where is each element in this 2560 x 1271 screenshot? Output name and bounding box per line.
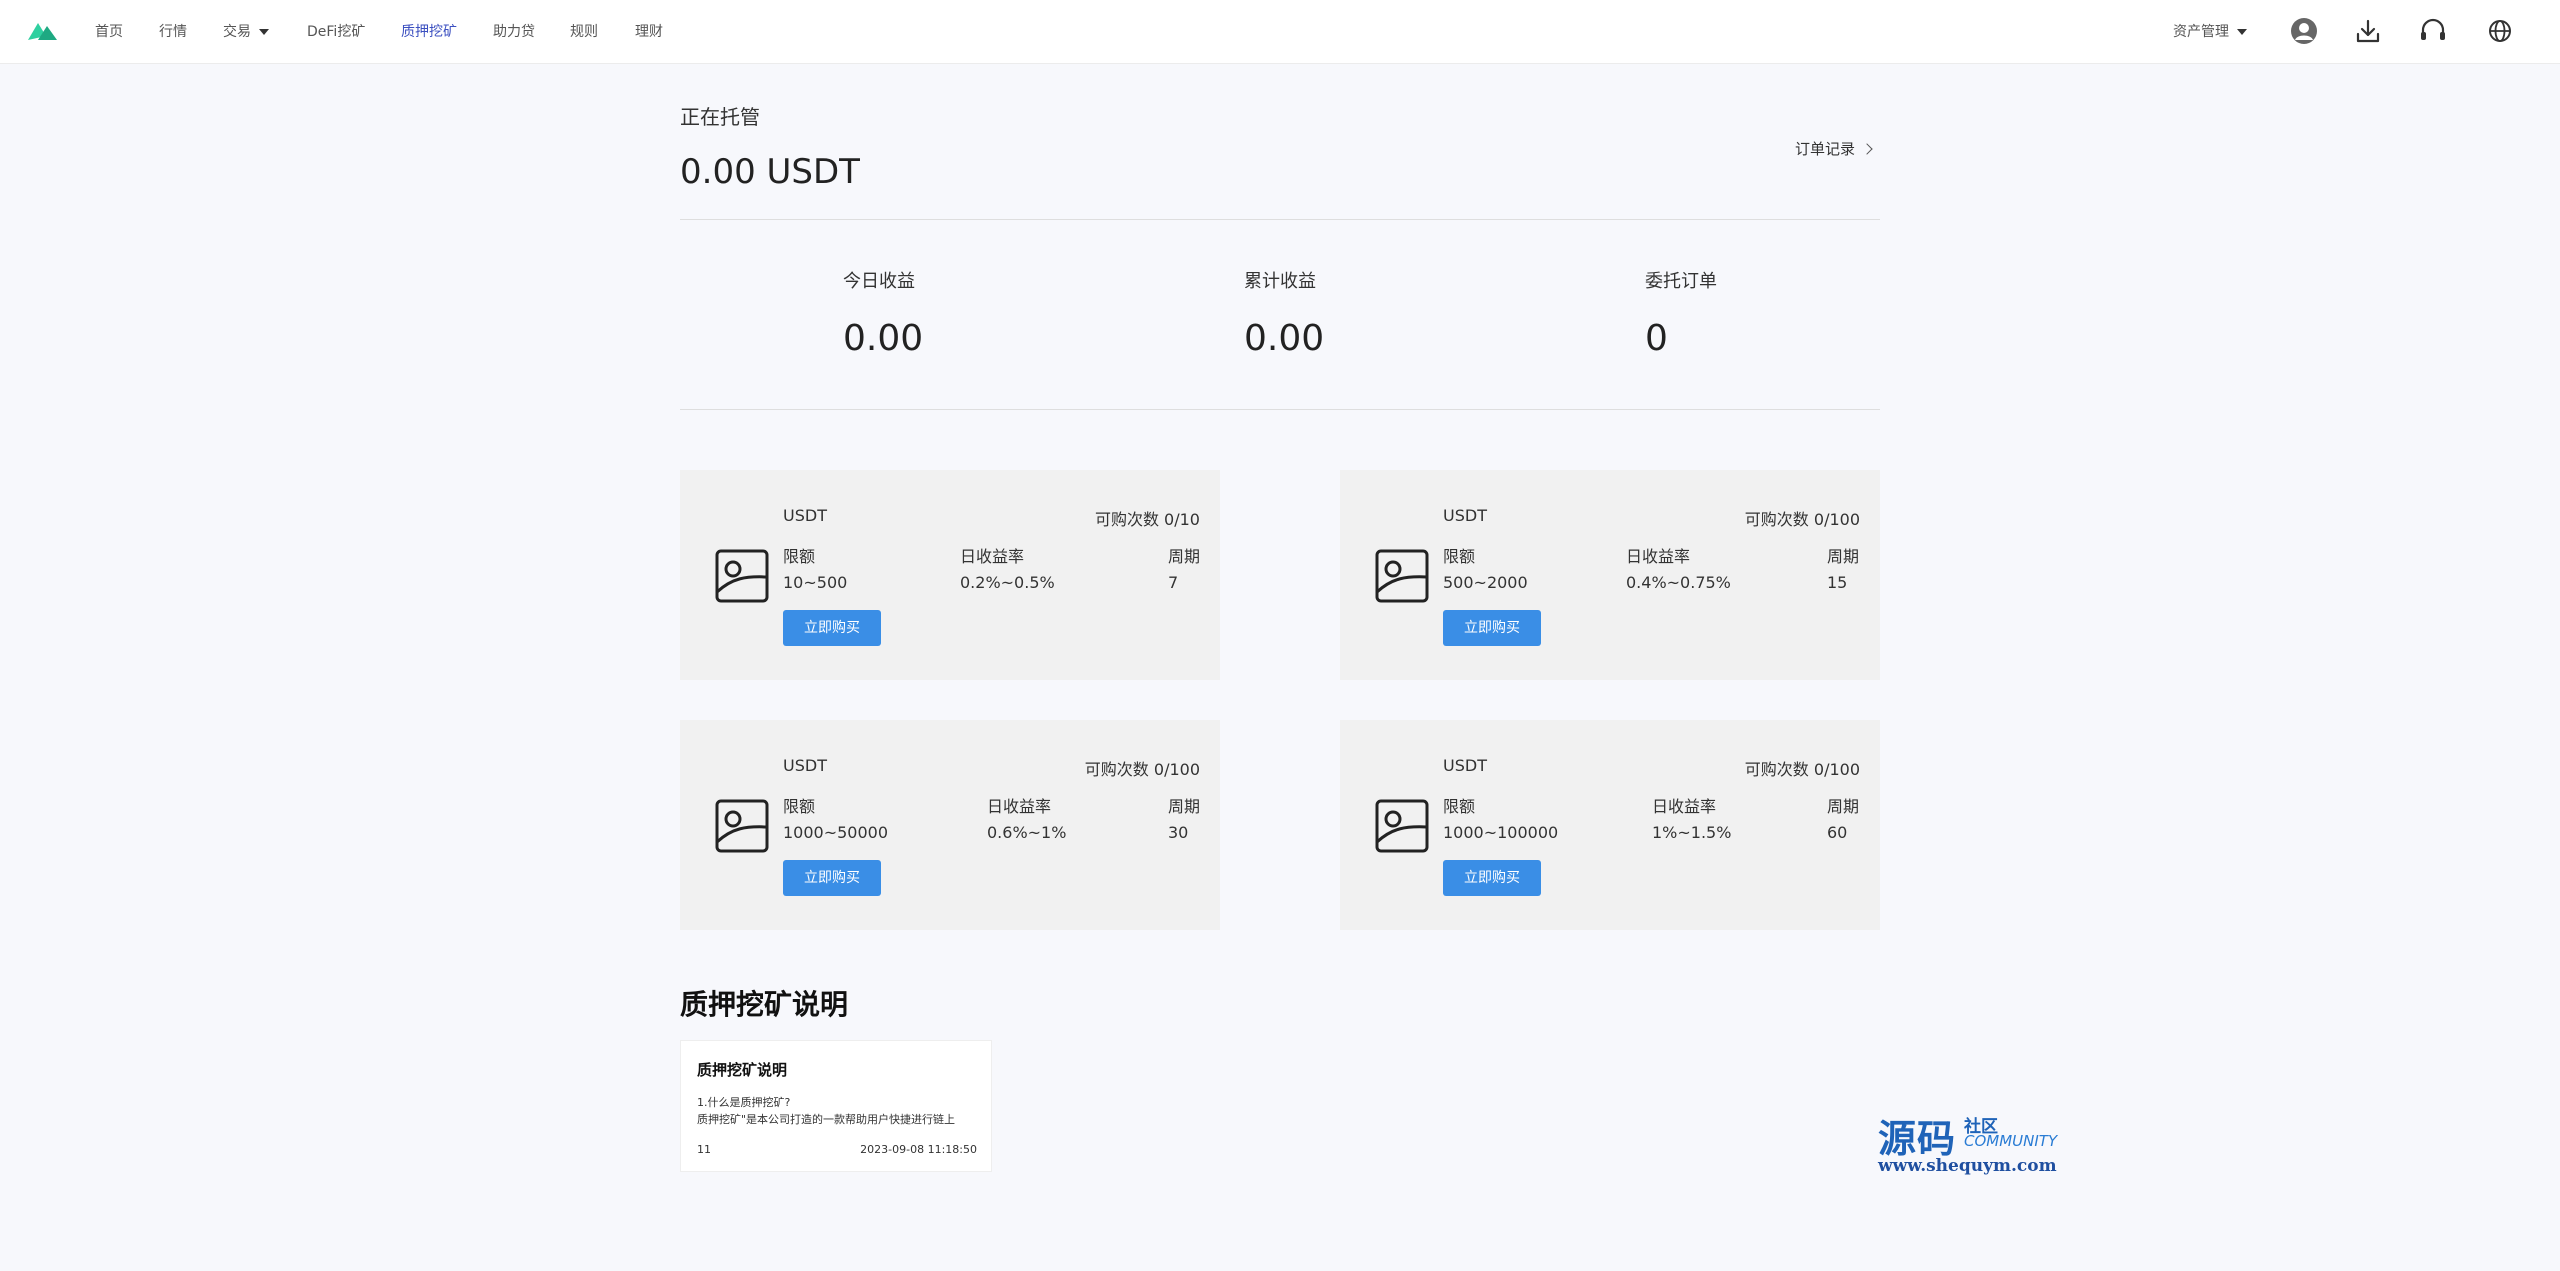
period-value: 30 bbox=[1168, 823, 1189, 842]
image-placeholder-icon bbox=[1375, 799, 1429, 853]
nav-loan[interactable]: 助力贷 bbox=[493, 22, 535, 42]
limit-value: 10~500 bbox=[783, 573, 848, 592]
stat-total-earnings-value: 0.00 bbox=[1244, 318, 1325, 359]
article-view-count: 11 bbox=[697, 1143, 711, 1156]
article-date: 2023-09-08 11:18:50 bbox=[860, 1143, 977, 1156]
product-card: USDT 可购次数 0/100 限额 1000~50000 日收益率 0.6%~… bbox=[680, 720, 1220, 930]
buy-now-button[interactable]: 立即购买 bbox=[1443, 860, 1541, 896]
nav-home[interactable]: 首页 bbox=[95, 22, 123, 42]
chevron-right-icon bbox=[1861, 143, 1873, 155]
product-coin: USDT bbox=[1443, 506, 1487, 525]
product-card: USDT 可购次数 0/100 限额 500~2000 日收益率 0.4%~0.… bbox=[1340, 470, 1880, 680]
product-available: 可购次数 0/100 bbox=[1744, 510, 1860, 529]
nav-trade-label: 交易 bbox=[223, 24, 251, 40]
stat-today-earnings-value: 0.00 bbox=[843, 318, 924, 359]
article-title: 质押挖矿说明 bbox=[697, 1061, 788, 1079]
asset-management-menu[interactable]: 资产管理 bbox=[2173, 22, 2247, 42]
product-available: 可购次数 0/100 bbox=[1084, 760, 1200, 779]
rate-label: 日收益率 bbox=[1626, 547, 1691, 566]
nav-market[interactable]: 行情 bbox=[159, 22, 187, 42]
period-value: 15 bbox=[1827, 573, 1848, 592]
article-card[interactable]: 质押挖矿说明 1.什么是质押挖矿? 质押挖矿"是本公司打造的一款帮助用户快捷进行… bbox=[680, 1040, 992, 1172]
period-label: 周期 bbox=[1827, 797, 1860, 816]
rate-label: 日收益率 bbox=[960, 547, 1025, 566]
buy-now-button[interactable]: 立即购买 bbox=[783, 610, 881, 646]
period-value: 60 bbox=[1827, 823, 1848, 842]
rate-value: 0.6%~1% bbox=[987, 823, 1067, 842]
article-line: 1.什么是质押挖矿? bbox=[697, 1096, 791, 1109]
limit-value: 1000~100000 bbox=[1443, 823, 1559, 842]
rate-value: 1%~1.5% bbox=[1652, 823, 1732, 842]
stat-today-earnings-label: 今日收益 bbox=[843, 271, 915, 292]
limit-value: 1000~50000 bbox=[783, 823, 889, 842]
user-icon[interactable] bbox=[2289, 16, 2319, 46]
asset-menu-label: 资产管理 bbox=[2173, 24, 2229, 40]
order-records-label: 订单记录 bbox=[1795, 140, 1856, 158]
limit-label: 限额 bbox=[1443, 797, 1476, 816]
nav-finance[interactable]: 理财 bbox=[635, 22, 663, 42]
download-icon[interactable] bbox=[2353, 16, 2383, 46]
product-card: USDT 可购次数 0/10 限额 10~500 日收益率 0.2%~0.5% … bbox=[680, 470, 1220, 680]
divider bbox=[680, 409, 1880, 410]
image-placeholder-icon bbox=[715, 799, 769, 853]
chevron-down-icon bbox=[2237, 29, 2247, 35]
limit-value: 500~2000 bbox=[1443, 573, 1528, 592]
image-placeholder-icon bbox=[715, 549, 769, 603]
stat-orders-label: 委托订单 bbox=[1645, 271, 1717, 292]
image-placeholder-icon bbox=[1375, 549, 1429, 603]
order-records-link[interactable]: 订单记录 bbox=[1795, 138, 1873, 159]
rate-value: 0.2%~0.5% bbox=[960, 573, 1055, 592]
period-value: 7 bbox=[1168, 573, 1179, 592]
buy-now-button[interactable]: 立即购买 bbox=[783, 860, 881, 896]
period-label: 周期 bbox=[1827, 547, 1860, 566]
headset-icon[interactable] bbox=[2418, 16, 2448, 46]
article-line: 质押挖矿"是本公司打造的一款帮助用户快捷进行链上 bbox=[697, 1113, 956, 1126]
logo-icon[interactable] bbox=[28, 20, 58, 42]
product-coin: USDT bbox=[783, 506, 827, 525]
globe-icon[interactable] bbox=[2485, 16, 2515, 46]
watermark-logo: 源码 社区 COMMUNITY www.shequym.com bbox=[1878, 1108, 2078, 1178]
rate-label: 日收益率 bbox=[1652, 797, 1717, 816]
custody-label: 正在托管 bbox=[680, 105, 760, 129]
limit-label: 限额 bbox=[783, 797, 816, 816]
product-coin: USDT bbox=[1443, 756, 1487, 775]
nav-defi-mining[interactable]: DeFi挖矿 bbox=[307, 22, 365, 42]
stat-orders-value: 0 bbox=[1645, 318, 1668, 359]
product-card: USDT 可购次数 0/100 限额 1000~100000 日收益率 1%~1… bbox=[1340, 720, 1880, 930]
rate-value: 0.4%~0.75% bbox=[1626, 573, 1731, 592]
article-excerpt: 1.什么是质押挖矿? 质押挖矿"是本公司打造的一款帮助用户快捷进行链上 bbox=[697, 1094, 987, 1128]
product-available: 可购次数 0/10 bbox=[1094, 510, 1200, 529]
watermark-community-text: COMMUNITY bbox=[1964, 1132, 2058, 1150]
divider bbox=[680, 219, 1880, 220]
product-available: 可购次数 0/100 bbox=[1744, 760, 1860, 779]
custody-amount: 0.00 USDT bbox=[680, 152, 860, 192]
buy-now-button[interactable]: 立即购买 bbox=[1443, 610, 1541, 646]
limit-label: 限额 bbox=[1443, 547, 1476, 566]
period-label: 周期 bbox=[1168, 547, 1201, 566]
watermark-url: www.shequym.com bbox=[1878, 1156, 2057, 1176]
limit-label: 限额 bbox=[783, 547, 816, 566]
period-label: 周期 bbox=[1168, 797, 1201, 816]
stat-total-earnings-label: 累计收益 bbox=[1244, 271, 1316, 292]
product-coin: USDT bbox=[783, 756, 827, 775]
nav-trade[interactable]: 交易 bbox=[223, 22, 269, 42]
watermark-big-text: 源码 bbox=[1878, 1116, 1957, 1161]
explanation-section-title: 质押挖矿说明 bbox=[680, 988, 849, 1021]
chevron-down-icon bbox=[259, 29, 269, 35]
nav-rules[interactable]: 规则 bbox=[570, 22, 598, 42]
rate-label: 日收益率 bbox=[987, 797, 1052, 816]
top-navbar: 首页 行情 交易 DeFi挖矿 质押挖矿 助力贷 规则 理财 资产管理 bbox=[0, 0, 2560, 64]
nav-staking-mining[interactable]: 质押挖矿 bbox=[401, 22, 457, 42]
